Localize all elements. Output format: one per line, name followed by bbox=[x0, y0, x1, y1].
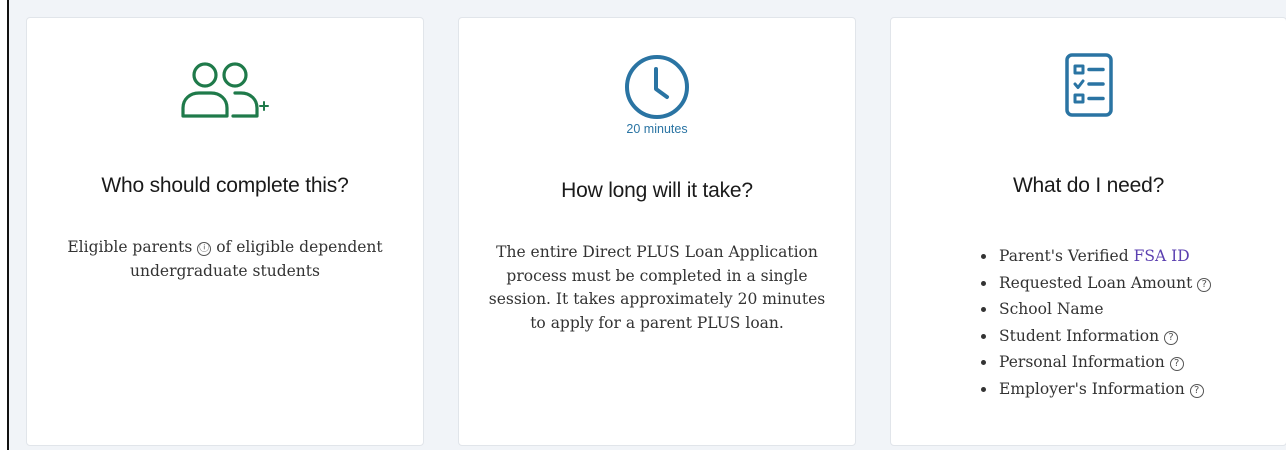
info-icon[interactable]: ⓘ bbox=[197, 242, 212, 256]
what-do-i-need-card: What do I need? Parent's Verified FSA ID… bbox=[890, 17, 1286, 446]
card-description: The entire Direct PLUS Loan Application … bbox=[488, 243, 826, 332]
eligible-parents-text: Eligible parents bbox=[67, 238, 193, 256]
fsa-id-link[interactable]: FSA ID bbox=[1134, 247, 1190, 265]
how-long-card: 20 minutes How long will it take? The en… bbox=[458, 17, 856, 446]
checklist-icon bbox=[891, 52, 1286, 118]
add-user-icon bbox=[27, 62, 423, 120]
help-icon[interactable]: ? bbox=[1189, 383, 1204, 398]
help-icon[interactable]: ? bbox=[1169, 357, 1184, 372]
list-item-label: Personal Information bbox=[999, 353, 1165, 372]
list-item-label: Parent's Verified bbox=[999, 247, 1134, 265]
clock-icon bbox=[459, 53, 855, 121]
card-description: Eligible parents ⓘ of eligible dependent… bbox=[57, 236, 393, 283]
list-item-label: Student Information bbox=[999, 326, 1160, 345]
requirements-list: Parent's Verified FSA ID Requested Loan … bbox=[979, 243, 1212, 403]
list-item: Employer's Information ? bbox=[979, 376, 1211, 403]
help-icon[interactable]: ? bbox=[1197, 277, 1212, 292]
duration-label: 20 minutes bbox=[626, 122, 688, 136]
help-icon[interactable]: ? bbox=[1164, 330, 1179, 345]
list-item: Personal Information ? bbox=[979, 349, 1211, 376]
list-item: Requested Loan Amount ? bbox=[979, 270, 1212, 297]
card-heading: Who should complete this? bbox=[101, 174, 349, 197]
list-item: School Name bbox=[979, 296, 1211, 323]
list-item: Parent's Verified FSA ID bbox=[979, 243, 1211, 270]
card-heading: How long will it take? bbox=[561, 179, 753, 202]
list-item-label: School Name bbox=[999, 300, 1104, 319]
who-should-complete-card: Who should complete this? Eligible paren… bbox=[26, 17, 424, 446]
list-item-label: Employer's Information bbox=[999, 379, 1185, 398]
page-frame: Who should complete this? Eligible paren… bbox=[7, 0, 1286, 450]
list-item-label: Requested Loan Amount bbox=[999, 273, 1193, 292]
card-heading: What do I need? bbox=[1012, 174, 1165, 197]
list-item: Student Information ? bbox=[979, 323, 1211, 350]
